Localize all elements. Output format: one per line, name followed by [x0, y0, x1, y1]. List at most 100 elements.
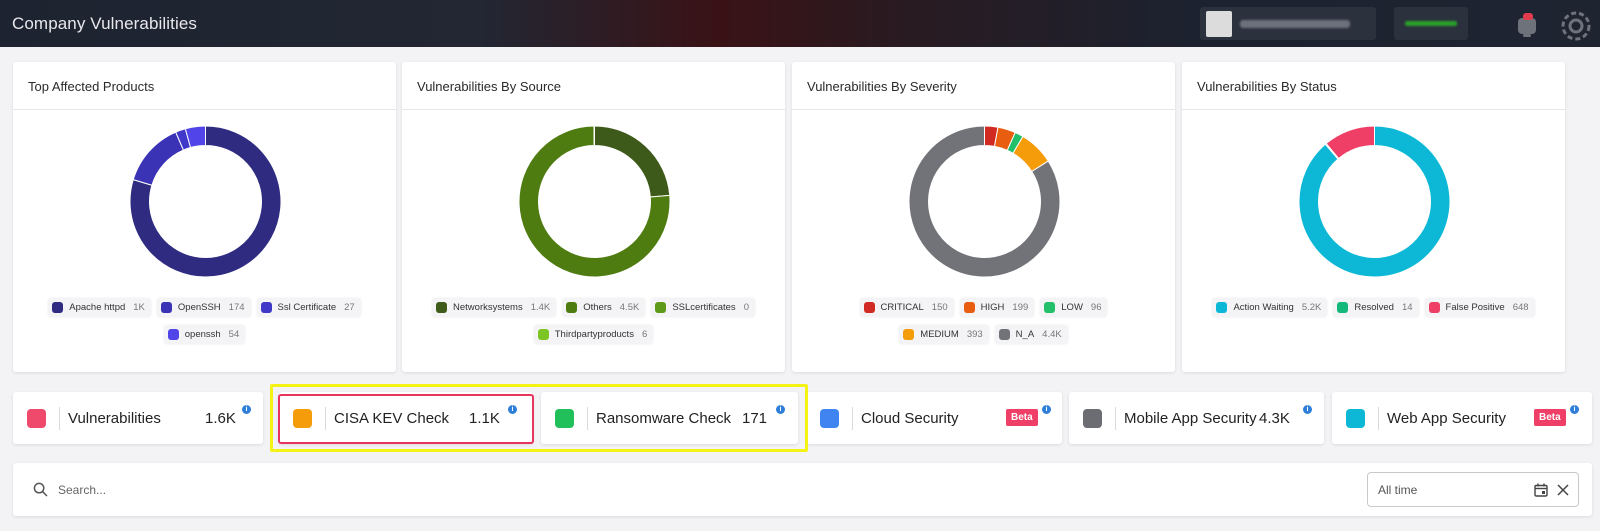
bell-icon[interactable] [1514, 10, 1540, 38]
tile-value: 4.3K [1259, 409, 1290, 427]
legend-swatch [963, 302, 975, 313]
divider [1115, 406, 1116, 430]
legend-label: Resolved [1354, 302, 1394, 313]
user-menu[interactable] [1200, 7, 1376, 40]
legend-count: 27 [344, 302, 355, 313]
divider [852, 406, 853, 430]
card-top-affected-products: Top Affected Products Apache httpd 1K Open… [13, 62, 396, 372]
donut-chart-top-affected-products[interactable] [129, 125, 282, 278]
legend-item[interactable]: OpenSSH 174 [156, 298, 251, 317]
legend-label: Apache httpd [69, 302, 126, 313]
divider [1378, 406, 1379, 430]
legend-label: CRITICAL [880, 302, 924, 313]
legend-label: Others [583, 302, 612, 313]
legend: CRITICAL 150 HIGH 199 LOW 96 MEDIUM 393 N_A 4.4K [792, 298, 1175, 344]
donut-slice-openssh[interactable] [132, 131, 185, 186]
legend-item[interactable]: CRITICAL 150 [859, 298, 954, 317]
tile-web-app-security[interactable]: Web App Security Beta i [1332, 392, 1592, 444]
legend-item[interactable]: Thirdpartyproducts 6 [533, 325, 654, 344]
tile-color-swatch [1346, 408, 1365, 428]
gear-icon[interactable] [1560, 10, 1592, 42]
legend-swatch [1216, 302, 1228, 313]
legend-count: 1.4K [530, 302, 551, 313]
legend-count: 6 [641, 329, 648, 340]
search-input[interactable] [58, 477, 758, 503]
tile-vulnerabilities[interactable]: Vulnerabilities 1.6K i [13, 392, 263, 444]
info-icon[interactable]: i [1042, 405, 1051, 414]
tile-label: Mobile App Security [1124, 409, 1257, 427]
legend-item[interactable]: MEDIUM 393 [899, 325, 989, 344]
legend-swatch [863, 302, 875, 313]
legend-count: 150 [931, 302, 948, 313]
close-icon[interactable] [1556, 482, 1570, 498]
legend-count: 1K [133, 302, 145, 313]
legend-count: 54 [228, 329, 240, 340]
info-icon[interactable]: i [1303, 405, 1312, 414]
legend-count: 393 [966, 329, 983, 340]
legend-swatch [436, 302, 448, 313]
donut-chart-by-severity[interactable] [908, 125, 1061, 278]
donut-chart-by-source[interactable] [518, 125, 671, 278]
card-title: Vulnerabilities By Severity [792, 62, 1175, 110]
legend: Action Waiting 5.2K Resolved 14 False Positi… [1182, 298, 1565, 317]
tile-color-swatch [1083, 408, 1102, 428]
legend-item[interactable]: openssh 54 [163, 325, 246, 344]
legend-item[interactable]: LOW 96 [1040, 298, 1108, 317]
legend-swatch [1044, 302, 1056, 313]
legend-swatch [167, 329, 179, 340]
legend-item[interactable]: Apache httpd 1K [48, 298, 151, 317]
search-bar: All time [13, 463, 1592, 516]
calendar-icon[interactable] [1534, 483, 1548, 497]
legend-item[interactable]: Ssl Certificate 27 [256, 298, 361, 317]
avatar [1206, 10, 1232, 37]
legend-label: N_A [1015, 329, 1035, 340]
beta-badge: Beta [1006, 409, 1038, 426]
donut-slice-networksystems[interactable] [594, 125, 671, 198]
user-name-redacted [1240, 19, 1350, 28]
legend-label: openssh [184, 329, 221, 340]
legend-label: False Positive [1445, 302, 1505, 313]
legend-item[interactable]: N_A 4.4K [994, 325, 1068, 344]
donut-chart-by-status[interactable] [1298, 125, 1451, 278]
legend-count: 4.4K [1042, 329, 1062, 340]
legend-item[interactable]: False Positive 648 [1424, 298, 1535, 317]
card-vulnerabilities-by-severity: Vulnerabilities By Severity CRITICAL 150 H… [792, 62, 1175, 372]
legend-item[interactable]: SSLcertificates 0 [651, 298, 755, 317]
legend-item[interactable]: Action Waiting 5.2K [1212, 298, 1328, 317]
legend-swatch [160, 302, 172, 313]
tile-label: Web App Security [1387, 409, 1506, 427]
legend-swatch [52, 302, 64, 313]
legend-count: 96 [1090, 302, 1102, 313]
legend-item[interactable]: Others 4.5K [562, 298, 646, 317]
legend-swatch [655, 302, 667, 313]
legend-swatch [537, 329, 549, 340]
search-icon [33, 482, 48, 497]
tile-color-swatch [27, 408, 46, 428]
tile-mobile-app-security[interactable]: Mobile App Security 4.3K i [1069, 392, 1324, 444]
info-icon[interactable]: i [242, 405, 251, 414]
legend-label: OpenSSH [177, 302, 221, 313]
legend-swatch [1337, 302, 1349, 313]
donut-slice-action-waiting[interactable] [1298, 125, 1451, 278]
legend-count: 648 [1512, 302, 1529, 313]
legend-label: SSLcertificates [672, 302, 736, 313]
card-title: Top Affected Products [13, 62, 396, 110]
legend-item[interactable]: Resolved 14 [1333, 298, 1419, 317]
page-title: Company Vulnerabilities [12, 13, 197, 33]
legend-item[interactable]: HIGH 199 [959, 298, 1035, 317]
legend-swatch [566, 302, 578, 313]
status-indicator[interactable] [1394, 7, 1468, 40]
legend-swatch [1428, 302, 1440, 313]
legend-label: Action Waiting [1233, 302, 1294, 313]
legend-count: 14 [1401, 302, 1413, 313]
legend-count: 174 [228, 302, 245, 313]
card-vulnerabilities-by-status: Vulnerabilities By Status Action Waiting… [1182, 62, 1565, 372]
tile-value: 1.6K [205, 409, 236, 427]
legend-item[interactable]: Networksystems 1.4K [432, 298, 557, 317]
legend-label: LOW [1061, 302, 1083, 313]
info-icon[interactable]: i [1570, 405, 1579, 414]
legend-count: 199 [1012, 302, 1029, 313]
date-range-field[interactable]: All time [1367, 472, 1579, 507]
legend-swatch [998, 329, 1010, 340]
tile-cloud-security[interactable]: Cloud Security Beta i [806, 392, 1062, 444]
